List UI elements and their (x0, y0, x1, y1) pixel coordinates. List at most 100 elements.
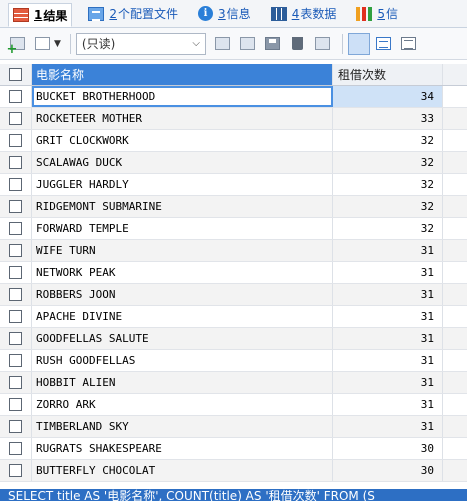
table-row[interactable]: RIDGEMONT SUBMARINE 32 (0, 196, 467, 218)
cell-title[interactable]: FORWARD TEMPLE (32, 218, 333, 239)
tab-results[interactable]: 1 结果 (8, 3, 73, 27)
delete-row-button[interactable] (287, 33, 309, 55)
duplicate-row-button[interactable] (237, 33, 259, 55)
row-checkbox[interactable] (9, 222, 22, 235)
cell-title[interactable]: APACHE DIVINE (32, 306, 333, 327)
cell-count[interactable]: 32 (333, 218, 443, 239)
cell-count[interactable]: 31 (333, 328, 443, 349)
cell-title[interactable]: BUTTERFLY CHOCOLAT (32, 460, 333, 481)
cell-title[interactable]: GRIT CLOCKWORK (32, 130, 333, 151)
toolbar-divider-2 (341, 33, 343, 54)
cell-count[interactable]: 30 (333, 460, 443, 481)
row-filler (443, 130, 467, 151)
cell-title[interactable]: SCALAWAG DUCK (32, 152, 333, 173)
copy-rows-button[interactable] (212, 33, 234, 55)
row-checkbox[interactable] (9, 420, 22, 433)
table-row[interactable]: HOBBIT ALIEN 31 (0, 372, 467, 394)
cell-title[interactable]: WIFE TURN (32, 240, 333, 261)
cell-count[interactable]: 32 (333, 174, 443, 195)
cell-title[interactable]: RUGRATS SHAKESPEARE (32, 438, 333, 459)
row-filler (443, 262, 467, 283)
column-header-title[interactable]: 电影名称 (32, 64, 333, 85)
cell-title[interactable]: NETWORK PEAK (32, 262, 333, 283)
tab-config-files[interactable]: 2 个配置文件 (84, 3, 182, 25)
cell-title[interactable]: HOBBIT ALIEN (32, 372, 333, 393)
cell-title[interactable]: BUCKET BROTHERHOOD (32, 86, 333, 107)
row-checkbox[interactable] (9, 178, 22, 191)
table-row[interactable]: ROBBERS JOON 31 (0, 284, 467, 306)
cell-count[interactable]: 32 (333, 196, 443, 217)
row-checkbox[interactable] (9, 464, 22, 477)
form-view-button[interactable] (373, 33, 395, 55)
table-row[interactable]: RUGRATS SHAKESPEARE 30 (0, 438, 467, 460)
row-checkbox[interactable] (9, 442, 22, 455)
table-row[interactable]: JUGGLER HARDLY 32 (0, 174, 467, 196)
cell-count[interactable]: 31 (333, 416, 443, 437)
export-dropdown-caret-icon[interactable]: ▼ (54, 39, 61, 49)
row-checkbox[interactable] (9, 354, 22, 367)
result-grid: 电影名称 租借次数 BUCKET BROTHERHOOD 34 ROCKETEER … (0, 64, 467, 482)
add-row-button[interactable] (6, 33, 28, 56)
row-checkbox[interactable] (9, 200, 22, 213)
row-select-cell (0, 306, 32, 327)
row-checkbox[interactable] (9, 398, 22, 411)
table-row[interactable]: APACHE DIVINE 31 (0, 306, 467, 328)
table-row[interactable]: FORWARD TEMPLE 32 (0, 218, 467, 240)
tab-info[interactable]: i 3 信息 (194, 3, 255, 25)
tab-info-2[interactable]: 5 信 (352, 3, 402, 25)
cell-count[interactable]: 30 (333, 438, 443, 459)
text-view-button[interactable] (398, 33, 420, 55)
row-checkbox[interactable] (9, 244, 22, 257)
refresh-button[interactable] (312, 33, 334, 55)
cell-title[interactable]: RIDGEMONT SUBMARINE (32, 196, 333, 217)
save-button[interactable] (262, 33, 284, 55)
cell-count[interactable]: 32 (333, 130, 443, 151)
cell-count[interactable]: 34 (333, 86, 443, 107)
table-row[interactable]: RUSH GOODFELLAS 31 (0, 350, 467, 372)
table-row[interactable]: BUCKET BROTHERHOOD 34 (0, 86, 467, 108)
table-row[interactable]: GRIT CLOCKWORK 32 (0, 130, 467, 152)
export-button[interactable] (31, 33, 53, 55)
row-checkbox[interactable] (9, 376, 22, 389)
row-checkbox[interactable] (9, 90, 22, 103)
table-row[interactable]: GOODFELLAS SALUTE 31 (0, 328, 467, 350)
cell-title[interactable]: GOODFELLAS SALUTE (32, 328, 333, 349)
cell-count[interactable]: 31 (333, 284, 443, 305)
edit-mode-value: (只读) (81, 37, 116, 51)
cell-count[interactable]: 33 (333, 108, 443, 129)
row-checkbox[interactable] (9, 266, 22, 279)
row-checkbox[interactable] (9, 156, 22, 169)
table-data-icon (270, 6, 287, 21)
row-checkbox[interactable] (9, 134, 22, 147)
cell-count[interactable]: 32 (333, 152, 443, 173)
tab-table-data[interactable]: 4 表数据 (267, 3, 341, 25)
table-row[interactable]: ROCKETEER MOTHER 33 (0, 108, 467, 130)
table-row[interactable]: NETWORK PEAK 31 (0, 262, 467, 284)
table-row[interactable]: WIFE TURN 31 (0, 240, 467, 262)
row-filler (443, 284, 467, 305)
cell-title[interactable]: TIMBERLAND SKY (32, 416, 333, 437)
edit-mode-select[interactable]: (只读) ⌵ (75, 32, 206, 55)
table-row[interactable]: BUTTERFLY CHOCOLAT 30 (0, 460, 467, 482)
row-checkbox[interactable] (9, 288, 22, 301)
table-row[interactable]: SCALAWAG DUCK 32 (0, 152, 467, 174)
cell-count[interactable]: 31 (333, 306, 443, 327)
row-checkbox[interactable] (9, 112, 22, 125)
cell-count[interactable]: 31 (333, 372, 443, 393)
cell-title[interactable]: ROBBERS JOON (32, 284, 333, 305)
table-row[interactable]: ZORRO ARK 31 (0, 394, 467, 416)
grid-view-button[interactable] (347, 32, 370, 114)
cell-title[interactable]: ROCKETEER MOTHER (32, 108, 333, 129)
select-all-checkbox[interactable] (9, 68, 22, 81)
column-header-count[interactable]: 租借次数 (333, 64, 443, 85)
cell-title[interactable]: JUGGLER HARDLY (32, 174, 333, 195)
cell-count[interactable]: 31 (333, 240, 443, 261)
cell-title[interactable]: RUSH GOODFELLAS (32, 350, 333, 371)
cell-count[interactable]: 31 (333, 350, 443, 371)
cell-count[interactable]: 31 (333, 262, 443, 283)
cell-count[interactable]: 31 (333, 394, 443, 415)
row-checkbox[interactable] (9, 332, 22, 345)
cell-title[interactable]: ZORRO ARK (32, 394, 333, 415)
row-checkbox[interactable] (9, 310, 22, 323)
table-row[interactable]: TIMBERLAND SKY 31 (0, 416, 467, 438)
